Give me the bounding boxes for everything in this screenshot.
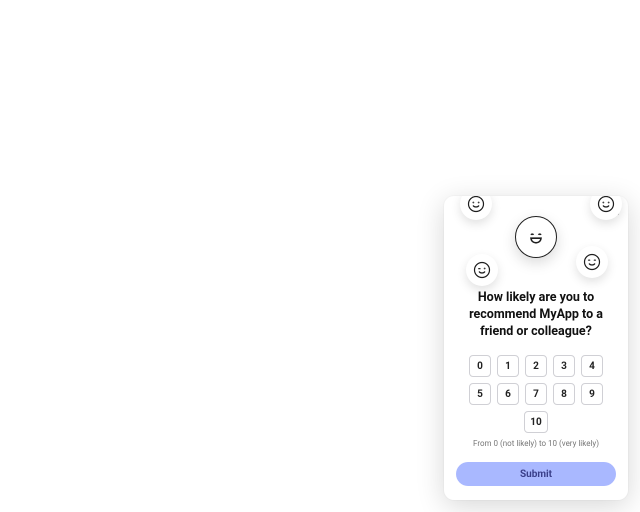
nps-option-8[interactable]: 8 bbox=[553, 383, 575, 405]
nps-option-10[interactable]: 10 bbox=[524, 411, 548, 433]
nps-option-4[interactable]: 4 bbox=[581, 355, 603, 377]
nps-option-7[interactable]: 7 bbox=[525, 383, 547, 405]
laugh-icon bbox=[515, 216, 557, 258]
hero-illustration bbox=[456, 210, 616, 280]
survey-question: How likely are you to recommend MyApp to… bbox=[456, 290, 616, 341]
blush-icon bbox=[576, 246, 608, 278]
wink-icon bbox=[466, 254, 498, 286]
submit-button[interactable]: Submit bbox=[456, 462, 616, 486]
nps-option-6[interactable]: 6 bbox=[497, 383, 519, 405]
nps-option-3[interactable]: 3 bbox=[553, 355, 575, 377]
nps-scale: 0 1 2 3 4 5 6 7 8 9 10 bbox=[456, 355, 616, 433]
nps-survey-card: How likely are you to recommend MyApp to… bbox=[444, 196, 628, 500]
nps-option-1[interactable]: 1 bbox=[497, 355, 519, 377]
nps-option-2[interactable]: 2 bbox=[525, 355, 547, 377]
smile-icon bbox=[460, 196, 492, 220]
nps-option-5[interactable]: 5 bbox=[469, 383, 491, 405]
scale-legend: From 0 (not likely) to 10 (very likely) bbox=[456, 439, 616, 448]
nps-option-0[interactable]: 0 bbox=[469, 355, 491, 377]
nps-option-9[interactable]: 9 bbox=[581, 383, 603, 405]
